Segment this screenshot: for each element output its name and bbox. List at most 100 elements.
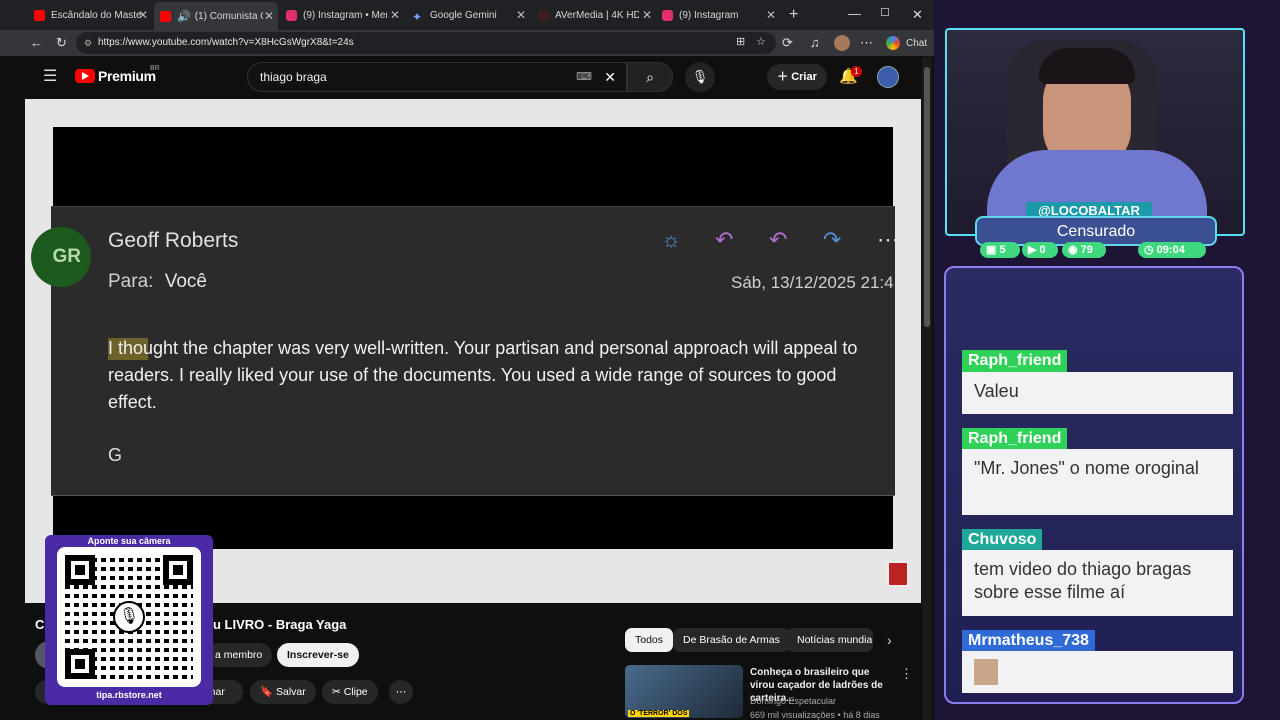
- new-tab-icon[interactable]: +: [789, 7, 798, 23]
- qr-overlay: Aponte sua câmera 🎙 tipa.rbstore.net: [45, 535, 213, 705]
- close-icon[interactable]: ✕: [516, 8, 526, 22]
- chat-button[interactable]: Chat: [906, 38, 927, 49]
- save-button[interactable]: 🔖 Salvar: [250, 680, 316, 704]
- close-icon[interactable]: ✕: [642, 8, 652, 22]
- voice-search-button[interactable]: 🎙: [685, 62, 715, 92]
- region-label: BR: [150, 65, 160, 72]
- scrollbar[interactable]: [922, 57, 932, 720]
- close-icon[interactable]: ✕: [390, 8, 400, 22]
- chat-username: Raph_friend: [962, 428, 1068, 450]
- video-title: u LIVRO - Braga Yaga: [213, 617, 347, 632]
- video-title-prefix: C: [35, 617, 45, 632]
- gemini-icon: ✦: [412, 9, 423, 24]
- menu-dots-icon[interactable]: ⋯: [860, 36, 873, 49]
- app-icon[interactable]: ⊞: [736, 37, 745, 48]
- close-icon[interactable]: ✕: [766, 8, 776, 22]
- recommended-meta: 669 mil visualizações • há 8 dias: [750, 710, 880, 720]
- browser-tab-active[interactable]: 🔊 (1) Comunista CH ✕: [154, 2, 278, 30]
- youtube-header: ☰ Premium BR thiago braga ⌨ ✕ ⌕ 🎙 ＋ Cria…: [25, 57, 921, 99]
- browser-tab[interactable]: Escândalo do Master s ✕: [28, 4, 152, 26]
- close-icon[interactable]: ✕: [138, 8, 148, 22]
- media-icon[interactable]: ♫: [810, 36, 820, 49]
- chat-message: tem video do thiago bragas sobre esse fi…: [962, 550, 1233, 616]
- search-icon: ⌕: [646, 69, 654, 85]
- instagram-icon: [662, 9, 673, 21]
- qr-caption-bottom: tipa.rbstore.net: [96, 690, 162, 700]
- maximize-icon[interactable]: ☐: [880, 8, 890, 19]
- star-icon[interactable]: ☆: [756, 37, 766, 48]
- minimize-icon[interactable]: —: [848, 7, 861, 20]
- clock-icon: ◷: [1144, 244, 1154, 256]
- reply-icon: ↶: [715, 227, 734, 252]
- youtube-logo-text[interactable]: Premium: [98, 68, 156, 84]
- reply-all-icon: ↶: [769, 227, 788, 252]
- recipient-name: Você: [164, 271, 207, 292]
- qr-code: 🎙: [57, 547, 201, 687]
- clear-icon[interactable]: ✕: [604, 63, 616, 91]
- youtube-icon: [34, 9, 45, 21]
- stream-timer: ◷ 09:04: [1138, 242, 1206, 258]
- viewers-stat: ◉ 79: [1062, 242, 1106, 258]
- copilot-icon[interactable]: [886, 36, 900, 50]
- email-screenshot: GR Geoff Roberts Para: Você Sáb, 13/12/2…: [31, 206, 899, 496]
- recipient-line: Para: Você: [108, 271, 207, 292]
- chat-message: [962, 651, 1233, 693]
- avermedia-icon: [538, 9, 549, 21]
- join-button[interactable]: a membro: [205, 643, 273, 667]
- tab-title: (1) Comunista CH: [194, 10, 263, 22]
- account-avatar[interactable]: [877, 66, 899, 88]
- site-info-icon[interactable]: ⚙: [84, 32, 92, 54]
- close-window-icon[interactable]: ✕: [912, 8, 923, 21]
- youtube-logo-icon[interactable]: [75, 69, 95, 83]
- search-button[interactable]: ⌕: [627, 62, 673, 92]
- channel-watermark-icon[interactable]: [887, 561, 909, 587]
- tab-title: Escândalo do Master s: [51, 9, 141, 21]
- browser-tab[interactable]: (9) Instagram • Mensa ✕: [280, 4, 404, 26]
- search-query: thiago braga: [260, 70, 327, 84]
- more-icon: ⋯: [877, 227, 899, 252]
- youtube-icon: [160, 10, 171, 22]
- browser-tab[interactable]: ✦ Google Gemini ✕: [406, 4, 530, 26]
- mic-icon: 🎙: [691, 69, 709, 84]
- clip-button[interactable]: ✂ Clipe: [322, 680, 378, 704]
- url-text: https://www.youtube.com/watch?v=X8HcGsWg…: [98, 37, 354, 48]
- chip-brasao[interactable]: De Brasão de Armas: [673, 628, 790, 652]
- video-player[interactable]: GR Geoff Roberts Para: Você Sáb, 13/12/2…: [25, 99, 921, 603]
- search-input[interactable]: thiago braga ⌨ ✕: [247, 62, 627, 92]
- scrollbar-thumb[interactable]: [924, 67, 930, 327]
- menu-icon[interactable]: ☰: [43, 69, 57, 85]
- chat-username: Raph_friend: [962, 350, 1068, 372]
- browser-tab[interactable]: (9) Instagram ✕: [656, 4, 780, 26]
- tab-title: (9) Instagram: [679, 9, 739, 21]
- url-field[interactable]: ⚙ https://www.youtube.com/watch?v=X8HcGs…: [76, 32, 776, 54]
- chat-bubble-icon: ▣: [986, 244, 997, 256]
- create-button[interactable]: ＋ Criar: [767, 64, 827, 90]
- email-body: I thought the chapter was very well-writ…: [108, 338, 858, 412]
- chip-noticias[interactable]: Notícias mundia: [787, 628, 873, 652]
- reload-icon[interactable]: ↻: [56, 36, 67, 49]
- tab-bar: Escândalo do Master s ✕ 🔊 (1) Comunista …: [0, 0, 934, 30]
- notification-badge: 1: [851, 66, 862, 77]
- close-icon[interactable]: ✕: [264, 9, 274, 23]
- more-actions-button[interactable]: ⋯: [389, 680, 413, 704]
- keyboard-icon[interactable]: ⌨: [576, 63, 592, 91]
- speaker-icon[interactable]: 🔊: [177, 10, 191, 23]
- extensions-icon[interactable]: ⟳: [782, 36, 793, 49]
- kebab-menu-icon[interactable]: ⋮: [900, 667, 913, 680]
- forward-icon: ↷: [823, 227, 842, 252]
- back-icon[interactable]: ←: [30, 36, 43, 49]
- chip-todos[interactable]: Todos: [625, 628, 674, 652]
- email-signature: G: [108, 445, 123, 465]
- streamer-hair: [1039, 48, 1135, 84]
- sender-name: Geoff Roberts: [108, 229, 239, 252]
- chat-username: Chuvoso: [962, 529, 1043, 551]
- chevron-right-icon[interactable]: ›: [887, 633, 892, 647]
- recommended-thumbnail[interactable]: O 'TERROR' DOS: [625, 665, 743, 718]
- youtube-stat: ▶ 0: [1022, 242, 1058, 258]
- emote-image: [974, 659, 998, 685]
- browser-tab[interactable]: AVerMedia | 4K HDMI ✕: [532, 4, 656, 26]
- recommended-channel[interactable]: Domingo Espetacular: [750, 696, 836, 706]
- profile-avatar[interactable]: [834, 35, 850, 51]
- tab-title: AVerMedia | 4K HDMI: [555, 9, 639, 21]
- subscribe-button[interactable]: Inscrever-se: [277, 643, 359, 667]
